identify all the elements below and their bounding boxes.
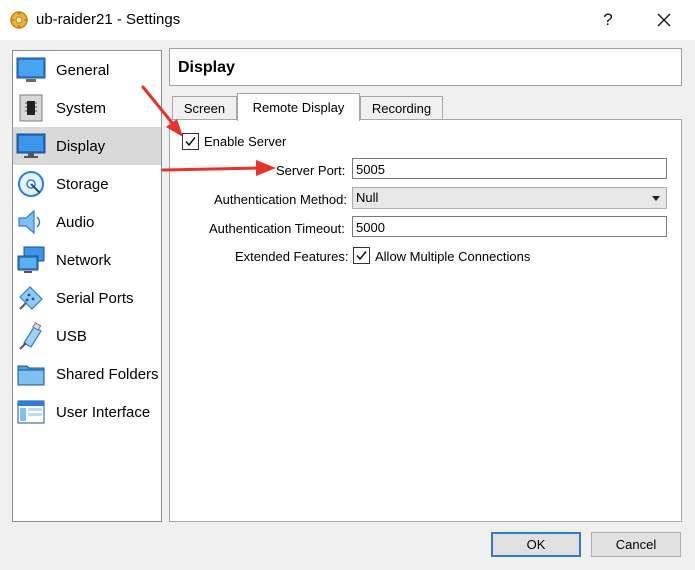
sidebar-item-network[interactable]: Network [13,241,161,279]
usb-icon [16,321,46,351]
sidebar-item-system[interactable]: System [13,89,161,127]
sidebar-item-label: Display [56,138,106,155]
auth-method-value: Null [356,190,379,205]
sidebar-item-audio[interactable]: Audio [13,203,161,241]
tab-recording[interactable]: Recording [360,96,443,120]
server-port-input[interactable]: 5005 [352,158,667,179]
page-header: Display [169,48,682,86]
sidebar-item-serial-ports[interactable]: Serial Ports [13,279,161,317]
sidebar-item-user-interface[interactable]: User Interface [13,393,161,431]
help-button[interactable]: ? [585,0,631,40]
storage-icon [16,169,46,199]
sidebar-item-label: USB [56,328,87,345]
system-icon [16,93,46,123]
serial-ports-icon [16,283,46,313]
close-button[interactable] [641,0,687,40]
display-icon [16,131,46,161]
close-icon [657,13,671,27]
sidebar-item-label: User Interface [56,404,151,421]
auth-timeout-input[interactable]: 5000 [352,216,667,237]
checkmark-icon [185,137,196,147]
auth-method-select[interactable]: Null [352,187,667,209]
sidebar-item-label: Shared Folders [56,366,159,383]
audio-icon [16,207,46,237]
shared-folders-icon [16,359,46,389]
enable-server-checkbox[interactable] [182,133,199,150]
checkmark-icon [356,251,367,261]
virtualbox-app-icon [9,10,29,30]
tab-screen[interactable]: Screen [172,96,237,120]
ok-button[interactable]: OK [491,532,581,557]
cancel-button[interactable]: Cancel [591,532,681,557]
page-title: Display [178,59,235,76]
chevron-down-icon [652,196,660,201]
sidebar-item-display[interactable]: Display [13,127,161,165]
sidebar-item-label: Audio [56,214,95,231]
tab-label: Remote Display [252,100,345,115]
enable-server-label: Enable Server [204,134,287,149]
auth-timeout-label: Authentication Timeout: [209,221,345,236]
sidebar-item-general[interactable]: General [13,51,161,89]
sidebar-item-label: System [56,100,107,117]
remote-display-panel [169,119,682,522]
general-icon [16,55,46,85]
sidebar-item-shared-folders[interactable]: Shared Folders [13,355,161,393]
sidebar-item-label: General [56,62,110,79]
auth-method-label: Authentication Method: [214,192,347,207]
title-bar: ub-raider21 - Settings ? [0,0,695,40]
extended-features-label: Extended Features: [235,249,349,264]
sidebar-item-usb[interactable]: USB [13,317,161,355]
allow-multiple-connections-checkbox[interactable] [353,247,370,264]
tab-remote-display[interactable]: Remote Display [237,93,360,121]
sidebar-item-label: Serial Ports [56,290,134,307]
server-port-label: Server Port: [276,163,346,178]
sidebar-item-label: Storage [56,176,109,193]
tab-label: Recording [371,101,432,116]
settings-sidebar: General System Display Storage Audio Net… [12,50,162,522]
user-interface-icon [16,397,46,427]
tab-label: Screen [183,101,226,116]
sidebar-item-label: Network [56,252,112,269]
allow-multiple-connections-label: Allow Multiple Connections [375,249,531,264]
sidebar-item-storage[interactable]: Storage [13,165,161,203]
window-title: ub-raider21 - Settings [36,11,181,28]
network-icon [16,245,46,275]
